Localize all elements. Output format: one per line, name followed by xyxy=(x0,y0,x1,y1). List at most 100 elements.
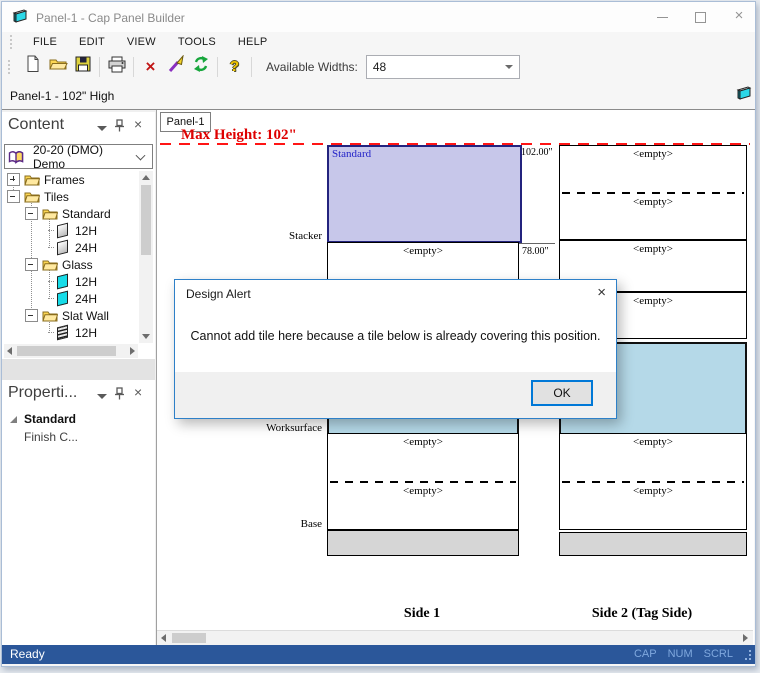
base-cell-side1[interactable] xyxy=(327,530,519,556)
empty-slot-label: <empty> xyxy=(633,148,673,160)
tree-item-standard-24h[interactable]: 24H xyxy=(4,239,138,256)
library-combobox[interactable]: 20-20 (DMO) Demo xyxy=(4,142,153,171)
menu-item-edit[interactable]: EDIT xyxy=(68,36,116,48)
available-widths-value: 48 xyxy=(372,59,387,74)
printer-icon xyxy=(107,56,127,78)
empty-slot-side2-lower[interactable]: <empty> <empty> xyxy=(559,433,747,530)
tree-item-frames[interactable]: Frames xyxy=(4,171,138,188)
scroll-up-icon[interactable] xyxy=(142,175,150,180)
scroll-right-icon[interactable] xyxy=(130,347,135,355)
tree-item-standard[interactable]: Standard xyxy=(4,205,138,222)
row-label-base: Base xyxy=(300,518,322,530)
row-label-worksurface: Worksurface xyxy=(266,422,322,434)
scroll-down-icon[interactable] xyxy=(142,334,150,339)
menu-item-file[interactable]: FILE xyxy=(22,36,68,48)
scroll-right-icon[interactable] xyxy=(743,634,748,642)
dialog-title: Design Alert xyxy=(186,287,251,301)
property-group-expander-icon[interactable] xyxy=(10,416,17,423)
scroll-left-icon[interactable] xyxy=(161,634,166,642)
resize-grip[interactable] xyxy=(749,658,751,660)
empty-slot-side1-lower[interactable]: <empty> <empty> xyxy=(327,433,519,530)
max-height-label: Max Height: 102" xyxy=(181,127,297,143)
tree-item-label: 24H xyxy=(75,291,98,306)
expander-minus-icon[interactable] xyxy=(7,190,20,203)
pin-icon[interactable] xyxy=(114,119,125,137)
scroll-left-icon[interactable] xyxy=(7,347,12,355)
library-selector-value: 20-20 (DMO) Demo xyxy=(33,142,104,171)
tree-item-standard-12h[interactable]: 12H xyxy=(4,222,138,239)
slot-divider-dashed xyxy=(330,481,516,483)
tree-item-label: 12H xyxy=(75,274,98,289)
tree-connector xyxy=(48,247,54,248)
tree-item-slat-wall-12h[interactable]: 12H xyxy=(4,324,138,341)
scrollbar-thumb[interactable] xyxy=(141,185,151,255)
help-button[interactable]: ? xyxy=(222,55,247,79)
scroll-lock-indicator: SCRL xyxy=(703,648,733,660)
open-folder-icon xyxy=(48,56,68,77)
new-button[interactable] xyxy=(20,55,45,79)
dialog-footer: OK xyxy=(175,372,616,418)
base-cell-side2[interactable] xyxy=(559,532,747,556)
tree-item-tiles[interactable]: Tiles xyxy=(4,188,138,205)
expander-minus-icon[interactable] xyxy=(25,258,38,271)
dock-splitter[interactable] xyxy=(2,359,155,380)
folder-icon xyxy=(42,258,58,271)
tree-connector xyxy=(48,230,54,231)
empty-slot-side2-top[interactable]: <empty> <empty> xyxy=(559,145,747,240)
minimize-button[interactable] xyxy=(652,8,674,26)
menu-item-tools[interactable]: TOOLS xyxy=(167,36,227,48)
scrollbar-thumb[interactable] xyxy=(172,633,206,643)
refresh-button[interactable] xyxy=(188,55,213,79)
expander-minus-icon[interactable] xyxy=(25,207,38,220)
content-close-icon[interactable]: × xyxy=(134,116,142,132)
menu-item-view[interactable]: VIEW xyxy=(116,36,167,48)
folder-icon xyxy=(24,190,40,203)
glass-tile-icon xyxy=(57,273,68,290)
print-button[interactable] xyxy=(104,55,129,79)
tree-item-slat-wall[interactable]: Slat Wall xyxy=(4,307,138,324)
tree-horizontal-scrollbar[interactable] xyxy=(4,344,138,358)
delete-button[interactable]: × xyxy=(138,55,163,79)
canvas-horizontal-scrollbar[interactable] xyxy=(157,630,753,645)
expander-minus-icon[interactable] xyxy=(25,309,38,322)
empty-slot-label: <empty> xyxy=(633,485,673,497)
empty-slot-label: <empty> xyxy=(633,436,673,448)
tree-item-glass-12h[interactable]: 12H xyxy=(4,273,138,290)
expander-plus-icon[interactable] xyxy=(7,173,20,186)
tree-item-label: Glass xyxy=(62,257,93,272)
available-widths-label: Available Widths: xyxy=(266,59,358,74)
scrollbar-thumb[interactable] xyxy=(17,346,116,356)
toolbar-separator xyxy=(217,56,218,77)
property-row-label[interactable]: Finish C... xyxy=(24,430,78,444)
properties-close-icon[interactable]: × xyxy=(134,384,142,400)
ok-button[interactable]: OK xyxy=(531,380,593,406)
tree-item-clipped[interactable] xyxy=(4,341,138,343)
tree-item-glass-24h[interactable]: 24H xyxy=(4,290,138,307)
pin-icon[interactable] xyxy=(114,387,125,405)
tree-vertical-scrollbar[interactable] xyxy=(139,171,153,343)
num-lock-indicator: NUM xyxy=(667,648,693,660)
app-window: Panel-1 - Cap Panel Builder × FILE EDIT … xyxy=(1,1,756,667)
content-panel-title: Content xyxy=(8,116,65,133)
standard-tile-side1[interactable]: Standard xyxy=(327,145,522,243)
app-icon xyxy=(11,8,29,29)
folder-icon xyxy=(24,173,40,186)
maximize-button[interactable] xyxy=(690,8,712,26)
available-widths-combobox[interactable]: 48 xyxy=(365,54,520,79)
tree-item-glass[interactable]: Glass xyxy=(4,256,138,273)
standard-tile-icon xyxy=(57,239,68,256)
properties-panel-title: Properti... xyxy=(8,384,78,401)
window-title: Panel-1 - Cap Panel Builder xyxy=(36,11,185,25)
save-button[interactable] xyxy=(70,55,95,79)
open-button[interactable] xyxy=(45,55,70,79)
save-floppy-icon xyxy=(74,55,92,78)
dialog-close-icon[interactable]: × xyxy=(597,284,606,301)
dimension-78: 78.00" xyxy=(522,246,549,257)
toolbar-separator xyxy=(251,56,252,77)
format-painter-button[interactable] xyxy=(163,54,188,79)
properties-menu-chevron-icon[interactable] xyxy=(97,394,107,399)
menu-item-help[interactable]: HELP xyxy=(227,36,279,48)
content-menu-chevron-icon[interactable] xyxy=(97,126,107,131)
close-button[interactable]: × xyxy=(728,6,750,26)
tree-item-label: Frames xyxy=(44,172,85,187)
